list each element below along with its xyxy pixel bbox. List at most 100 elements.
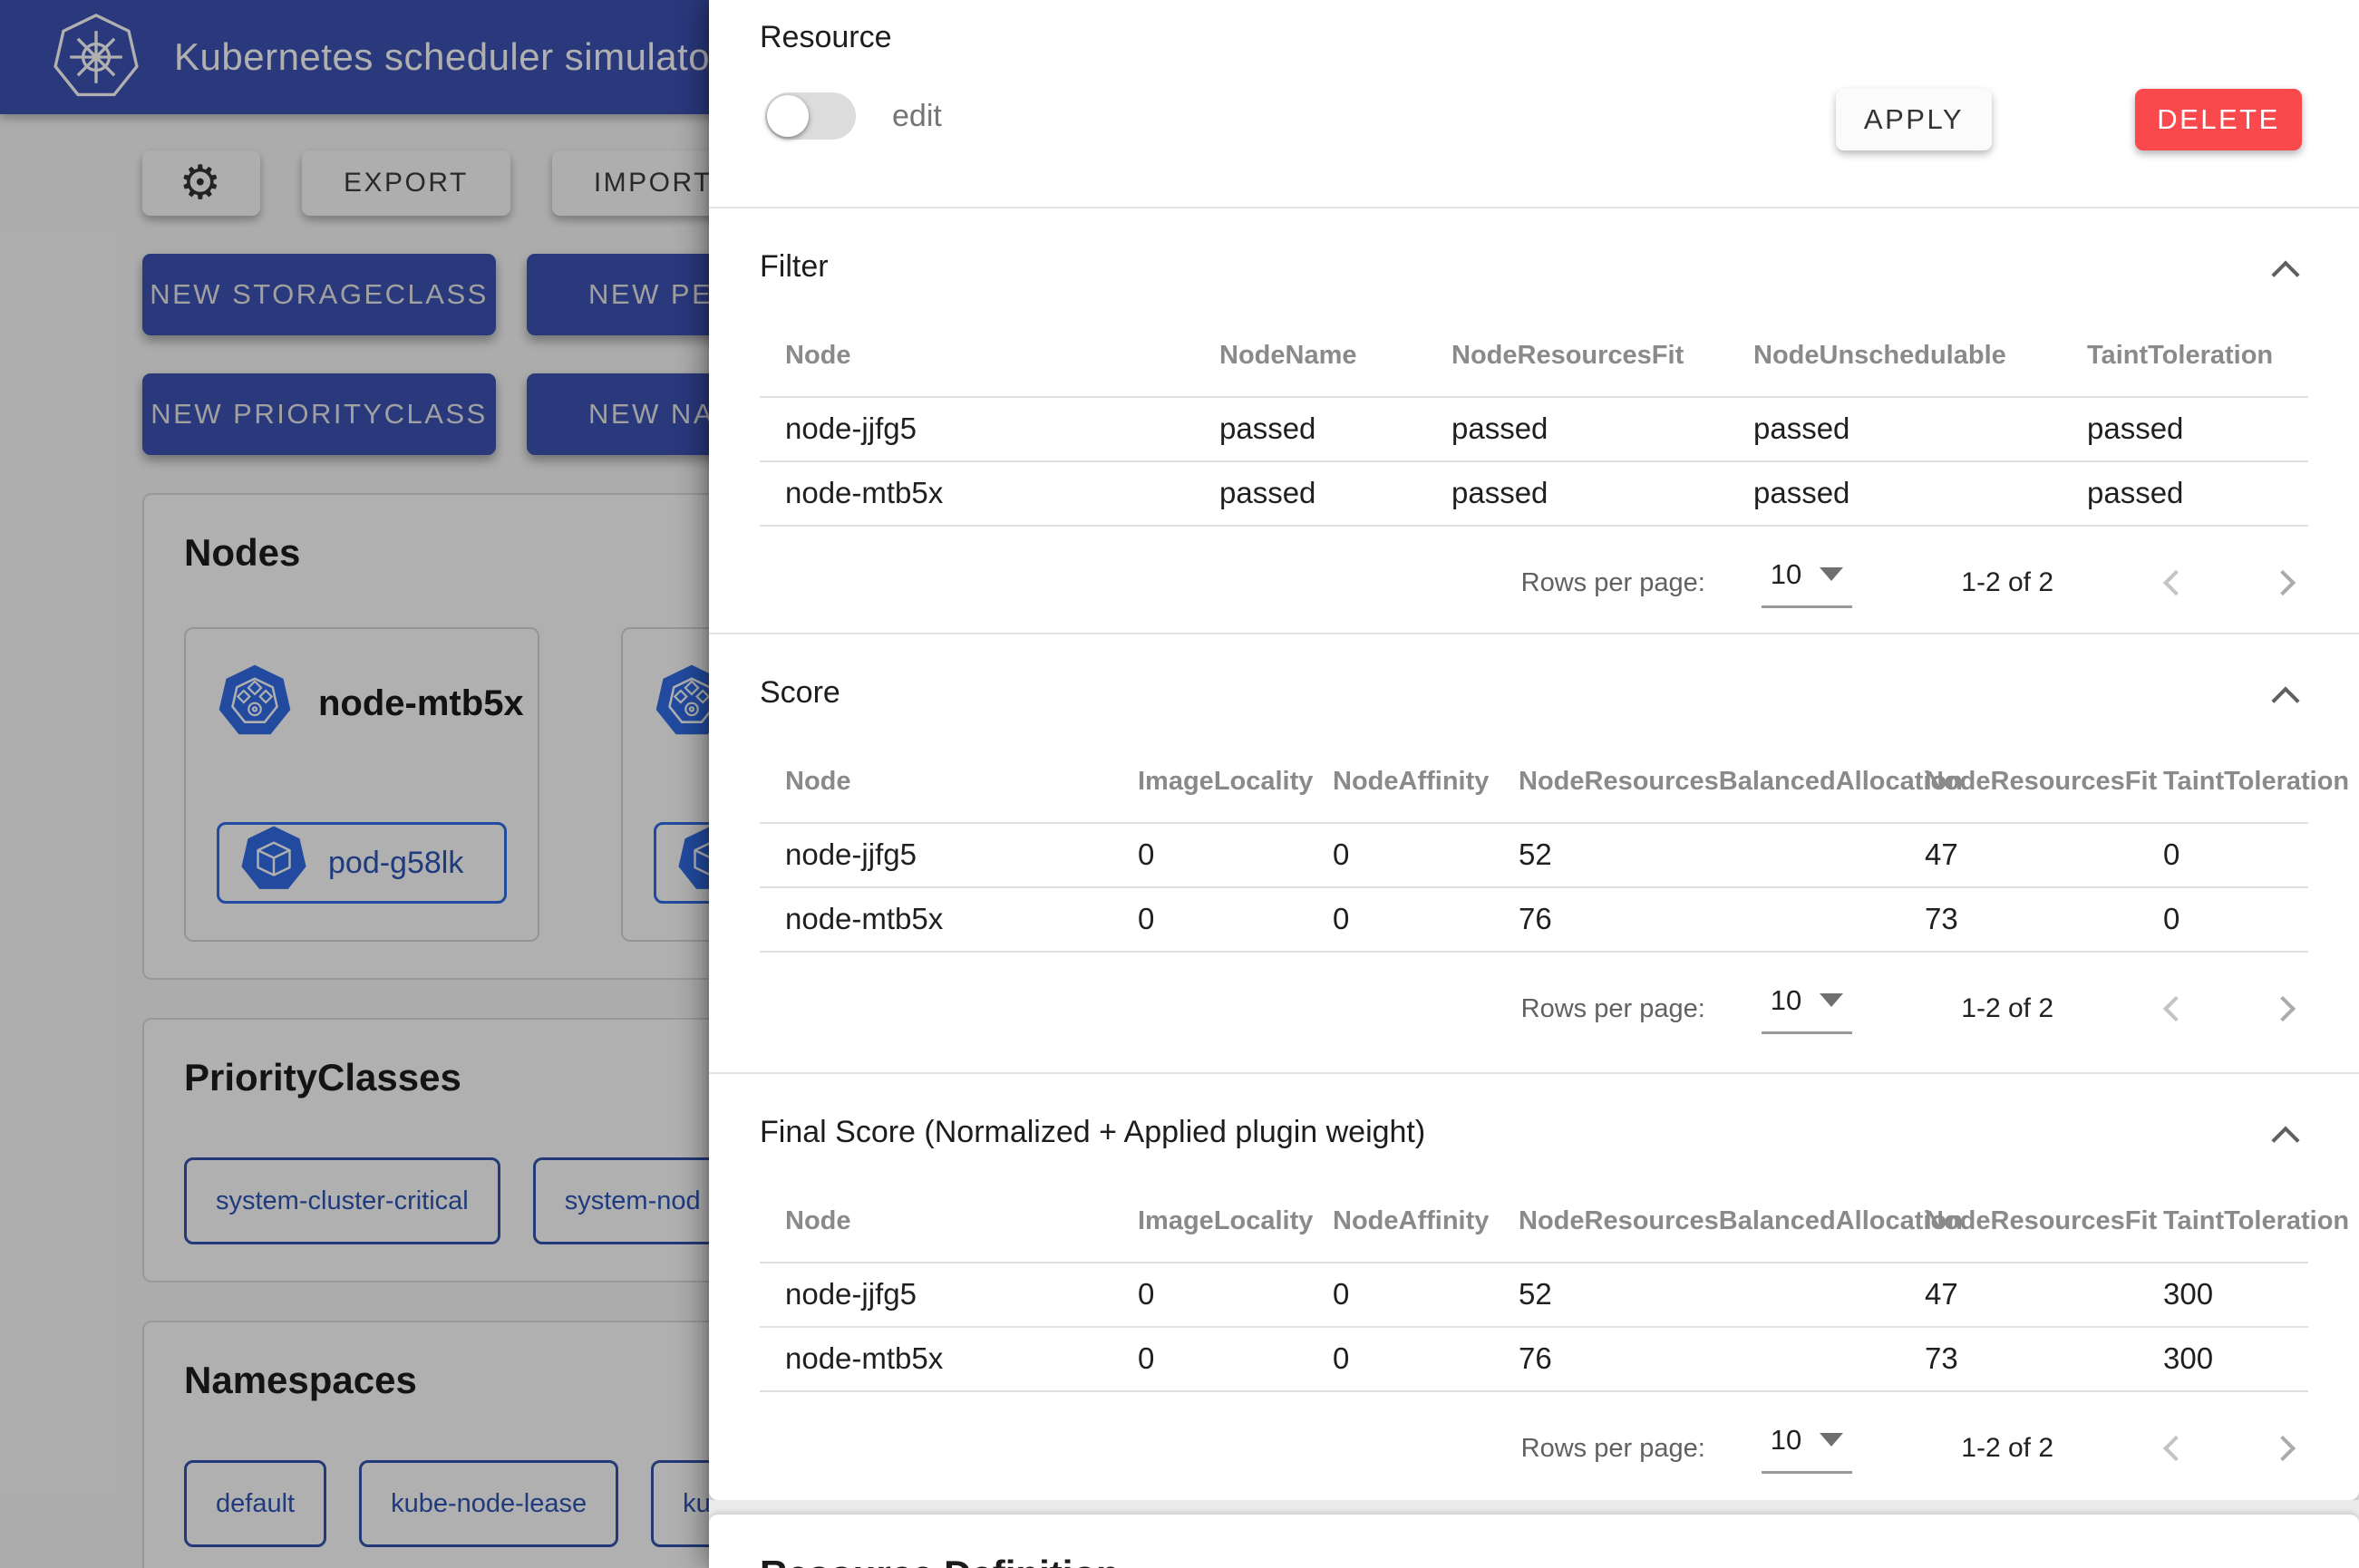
table-row: node-jjfg5 0 0 52 47 300 — [760, 1263, 2308, 1327]
edit-toggle-label: edit — [892, 99, 942, 134]
resource-definition-section: Resource Definition — [709, 1515, 2359, 1568]
filter-pagination: Rows per page: 10 1-2 of 2 — [760, 554, 2308, 612]
drawer-title: Resource — [760, 20, 892, 55]
column-header: TaintToleration — [2163, 738, 2308, 823]
rows-per-page-value: 10 — [1771, 558, 1801, 591]
table-row: node-mtb5x passed passed passed passed — [760, 461, 2308, 526]
table-row: node-jjfg5 passed passed passed passed — [760, 397, 2308, 461]
column-header: TaintToleration — [2163, 1177, 2308, 1263]
table-row: node-mtb5x 0 0 76 73 0 — [760, 887, 2308, 952]
cell-value: 73 — [1925, 1327, 2163, 1391]
cell-value: passed — [1219, 461, 1451, 526]
column-header: NodeResourcesFit — [1925, 738, 2163, 823]
resource-definition-title: Resource Definition — [760, 1553, 2308, 1568]
cell-value: 0 — [1333, 1263, 1519, 1327]
previous-page-icon[interactable] — [2163, 996, 2189, 1021]
cell-value: passed — [2087, 461, 2308, 526]
cell-value: 47 — [1925, 1263, 2163, 1327]
cell-value: 0 — [1333, 1327, 1519, 1391]
next-page-icon[interactable] — [2270, 1436, 2296, 1461]
cell-value: 0 — [1138, 1327, 1333, 1391]
column-header: NodeName — [1219, 312, 1451, 397]
apply-button[interactable]: APPLY — [1836, 89, 1992, 150]
score-section: Score Node ImageLocality NodeAffinity No… — [709, 634, 2359, 1074]
final-score-title: Final Score (Normalized + Applied plugin… — [760, 1074, 2308, 1150]
cell-value: passed — [1753, 461, 2087, 526]
column-header: ImageLocality — [1138, 1177, 1333, 1263]
column-header: NodeAffinity — [1333, 1177, 1519, 1263]
cell-value: 0 — [1333, 887, 1519, 952]
rows-per-page-label: Rows per page: — [1521, 568, 1705, 598]
rows-per-page-value: 10 — [1771, 984, 1801, 1017]
column-header: NodeResourcesBalancedAllocation — [1519, 738, 1925, 823]
cell-node: node-mtb5x — [760, 1327, 1138, 1391]
filter-table: Node NodeName NodeResourcesFit NodeUnsch… — [760, 312, 2308, 527]
column-header: NodeResourcesFit — [1451, 312, 1753, 397]
final-score-pagination: Rows per page: 10 1-2 of 2 — [760, 1419, 2308, 1477]
delete-button[interactable]: DELETE — [2135, 89, 2302, 150]
resource-drawer: Resource edit APPLY DELETE Filter Node N… — [709, 0, 2359, 1568]
column-header: NodeResourcesBalancedAllocation — [1519, 1177, 1925, 1263]
previous-page-icon[interactable] — [2163, 570, 2189, 595]
column-header: NodeAffinity — [1333, 738, 1519, 823]
cell-value: 52 — [1519, 823, 1925, 887]
next-page-icon[interactable] — [2270, 996, 2296, 1021]
table-row: node-mtb5x 0 0 76 73 300 — [760, 1327, 2308, 1391]
rows-per-page-label: Rows per page: — [1521, 1434, 1705, 1464]
cell-value: 0 — [2163, 823, 2308, 887]
card-gap — [709, 1500, 2359, 1515]
cell-node: node-mtb5x — [760, 887, 1138, 952]
column-header: Node — [760, 738, 1138, 823]
cell-node: node-jjfg5 — [760, 823, 1138, 887]
cell-value: passed — [1451, 461, 1753, 526]
toggle-knob — [767, 95, 809, 137]
score-table: Node ImageLocality NodeAffinity NodeReso… — [760, 738, 2308, 953]
cell-value: 73 — [1925, 887, 2163, 952]
cell-value: 0 — [1138, 823, 1333, 887]
cell-node: node-mtb5x — [760, 461, 1219, 526]
column-header: NodeUnschedulable — [1753, 312, 2087, 397]
drawer-header: Resource edit APPLY DELETE — [709, 0, 2359, 208]
column-header: NodeResourcesFit — [1925, 1177, 2163, 1263]
cell-value: 52 — [1519, 1263, 1925, 1327]
cell-value: passed — [2087, 397, 2308, 461]
page-range: 1-2 of 2 — [1961, 993, 2053, 1024]
cell-value: 300 — [2163, 1263, 2308, 1327]
page-range: 1-2 of 2 — [1961, 567, 2053, 598]
rows-per-page-select[interactable]: 10 — [1762, 984, 1852, 1034]
cell-value: 47 — [1925, 823, 2163, 887]
cell-value: passed — [1753, 397, 2087, 461]
cell-value: 0 — [1333, 823, 1519, 887]
score-pagination: Rows per page: 10 1-2 of 2 — [760, 980, 2308, 1038]
score-title: Score — [760, 634, 2308, 711]
filter-title: Filter — [760, 208, 2308, 285]
rows-per-page-select[interactable]: 10 — [1762, 1424, 1852, 1474]
rows-per-page-label: Rows per page: — [1521, 994, 1705, 1024]
cell-value: 76 — [1519, 1327, 1925, 1391]
edit-toggle[interactable] — [765, 92, 856, 140]
cell-value: 300 — [2163, 1327, 2308, 1391]
cell-value: passed — [1219, 397, 1451, 461]
table-row: node-jjfg5 0 0 52 47 0 — [760, 823, 2308, 887]
cell-value: passed — [1451, 397, 1753, 461]
rows-per-page-select[interactable]: 10 — [1762, 558, 1852, 608]
cell-value: 0 — [2163, 887, 2308, 952]
previous-page-icon[interactable] — [2163, 1436, 2189, 1461]
column-header: Node — [760, 1177, 1138, 1263]
cell-value: 76 — [1519, 887, 1925, 952]
filter-section: Filter Node NodeName NodeResourcesFit No… — [709, 208, 2359, 634]
cell-node: node-jjfg5 — [760, 397, 1219, 461]
caret-down-icon — [1820, 1433, 1843, 1447]
rows-per-page-value: 10 — [1771, 1424, 1801, 1457]
final-score-section: Final Score (Normalized + Applied plugin… — [709, 1074, 2359, 1500]
final-score-table: Node ImageLocality NodeAffinity NodeReso… — [760, 1177, 2308, 1392]
caret-down-icon — [1820, 567, 1843, 581]
page-range: 1-2 of 2 — [1961, 1433, 2053, 1464]
column-header: TaintToleration — [2087, 312, 2308, 397]
cell-value: 0 — [1138, 887, 1333, 952]
column-header: ImageLocality — [1138, 738, 1333, 823]
next-page-icon[interactable] — [2270, 570, 2296, 595]
caret-down-icon — [1820, 993, 1843, 1007]
cell-node: node-jjfg5 — [760, 1263, 1138, 1327]
cell-value: 0 — [1138, 1263, 1333, 1327]
